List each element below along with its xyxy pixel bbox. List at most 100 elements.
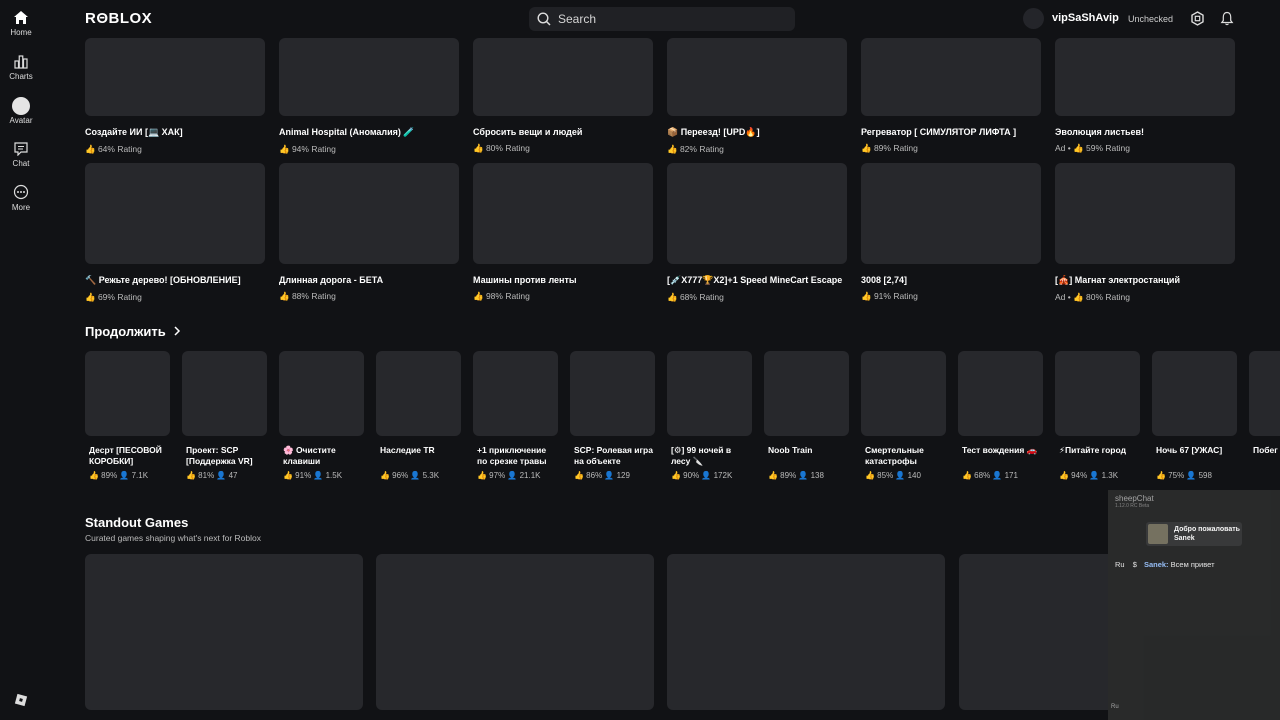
continue-card[interactable]: Тест вождения 🚗 👍 68% 👤 171: [958, 351, 1043, 480]
continue-card[interactable]: ⚡Питайте город 👍 94% 👤 1.3K: [1055, 351, 1140, 480]
continue-card[interactable]: [⚙] 99 ночей в лесу 🔪 👍 90% 👤 172K: [667, 351, 752, 480]
game-thumbnail[interactable]: [861, 38, 1041, 116]
chat-message: Ru $ Sanek: Всем привет: [1115, 560, 1215, 569]
sidebar-item-home[interactable]: Home: [0, 10, 42, 50]
game-rating: Ad • 👍 59% Rating: [1055, 143, 1130, 153]
sidebar-item-label: Charts: [9, 72, 33, 81]
game-title: 📦 Переезд! [UPD🔥]: [667, 127, 760, 137]
game-thumbnail[interactable]: [667, 351, 752, 436]
sidebar-item-chat[interactable]: Chat: [0, 141, 42, 181]
chat-language: Ru: [1111, 704, 1119, 710]
roblox-logo[interactable]: RΘBLOX: [85, 10, 152, 27]
game-thumbnail[interactable]: [570, 351, 655, 436]
game-thumbnail[interactable]: [861, 351, 946, 436]
chevron-right-icon: [174, 326, 181, 336]
game-thumbnail[interactable]: [279, 38, 459, 116]
game-rating: 👍 88% Rating: [279, 291, 336, 301]
game-stats: 👍 75% 👤 598: [1156, 471, 1212, 480]
continue-card[interactable]: Смертельные катастрофы 👍 85% 👤 140: [861, 351, 946, 480]
chat-title: sheepChat: [1115, 494, 1154, 503]
chat-welcome-banner: Добро пожаловать Sanek: [1146, 522, 1242, 546]
continue-card[interactable]: SCP: Ролевая игра на объекте 👍 86% 👤 129: [570, 351, 655, 480]
continue-card[interactable]: Noob Train 👍 89% 👤 138: [764, 351, 849, 480]
game-card[interactable]: Эволюция листьев! Ad • 👍 59% Rating: [1055, 38, 1235, 154]
game-title: Сбросить вещи и людей: [473, 127, 583, 137]
game-thumbnail[interactable]: [85, 38, 265, 116]
game-card[interactable]: [💉X777🏆X2]+1 Speed MineCart Escape 👍 68% …: [667, 163, 847, 303]
game-card[interactable]: Сбросить вещи и людей 👍 80% Rating: [473, 38, 653, 154]
game-card[interactable]: [🎪] Магнат электростанций Ad • 👍 80% Rati…: [1055, 163, 1235, 303]
roblox-logo-icon[interactable]: [14, 693, 28, 707]
game-thumbnail[interactable]: [279, 351, 364, 436]
game-title: [⚙] 99 ночей в лесу 🔪: [671, 445, 732, 466]
robux-icon[interactable]: [1190, 11, 1205, 26]
continue-card[interactable]: +1 приключение по срезке травы 👍 97% 👤 21…: [473, 351, 558, 480]
charts-icon: [14, 55, 28, 69]
game-title: Машины против ленты: [473, 275, 577, 285]
game-stats: 👍 68% 👤 171: [962, 471, 1018, 480]
sheepchat-overlay[interactable]: sheepChat 1.12.0 RC Beta Добро пожаловат…: [1108, 490, 1280, 720]
standout-game-card[interactable]: [85, 554, 363, 710]
continue-section-header[interactable]: Продолжить: [85, 324, 181, 339]
continue-card[interactable]: Побег для М: [1249, 351, 1280, 467]
game-thumbnail[interactable]: [473, 351, 558, 436]
game-thumbnail[interactable]: [1055, 163, 1235, 264]
game-thumbnail[interactable]: [376, 351, 461, 436]
continue-card[interactable]: Проект: SCP [Поддержка VR] 👍 81% 👤 47: [182, 351, 267, 480]
standout-game-card[interactable]: [376, 554, 654, 710]
sidebar-item-avatar[interactable]: Avatar: [0, 97, 42, 137]
user-avatar[interactable]: [1023, 8, 1044, 29]
game-thumbnail[interactable]: [1249, 351, 1280, 436]
game-rating: Ad • 👍 80% Rating: [1055, 292, 1130, 302]
continue-section-title: Продолжить: [85, 324, 166, 339]
game-title: [💉X777🏆X2]+1 Speed MineCart Escape: [667, 275, 843, 285]
game-thumbnail[interactable]: [667, 38, 847, 116]
search-input[interactable]: Search: [529, 7, 795, 31]
game-stats: 👍 89% 👤 138: [768, 471, 824, 480]
game-thumbnail[interactable]: [85, 163, 265, 264]
continue-card[interactable]: 🌸 Очистите клавиши 👍 91% 👤 1.5K: [279, 351, 364, 480]
game-title: Создайте ИИ [💻 ХАК]: [85, 127, 183, 137]
sidebar-item-label: More: [11, 203, 31, 212]
username[interactable]: vipSaShAvip: [1052, 12, 1119, 24]
game-stats: 👍 97% 👤 21.1K: [477, 471, 541, 480]
game-card[interactable]: Регреватор [ СИМУЛЯТОР ЛИФТА ] 👍 89% Rati…: [861, 38, 1041, 154]
game-thumbnail[interactable]: [861, 163, 1041, 264]
game-thumbnail[interactable]: [667, 163, 847, 264]
game-rating: 👍 89% Rating: [861, 143, 918, 153]
game-thumbnail[interactable]: [1055, 38, 1235, 116]
game-stats: 👍 96% 👤 5.3K: [380, 471, 440, 480]
game-thumbnail[interactable]: [958, 351, 1043, 436]
game-thumbnail[interactable]: [473, 163, 653, 264]
game-card[interactable]: Animal Hospital (Аномалия) 🧪 👍 94% Rating: [279, 38, 459, 155]
notifications-bell-icon[interactable]: [1220, 11, 1234, 26]
game-card[interactable]: Машины против ленты 👍 98% Rating: [473, 163, 653, 302]
game-card[interactable]: 📦 Переезд! [UPD🔥] 👍 82% Rating: [667, 38, 847, 155]
game-card[interactable]: Длинная дорога - БЕТА 👍 88% Rating: [279, 163, 459, 302]
game-thumbnail[interactable]: [85, 351, 170, 436]
game-rating: 👍 69% Rating: [85, 292, 142, 302]
continue-card[interactable]: Ночь 67 [УЖАС] 👍 75% 👤 598: [1152, 351, 1237, 480]
game-thumbnail[interactable]: [1152, 351, 1237, 436]
game-thumbnail[interactable]: [473, 38, 653, 116]
game-title: 🔨 Режьте дерево! [ОБНОВЛЕНИЕ]: [85, 275, 241, 285]
game-thumbnail[interactable]: [182, 351, 267, 436]
game-thumbnail[interactable]: [764, 351, 849, 436]
continue-card[interactable]: Наследие TR 👍 96% 👤 5.3K: [376, 351, 461, 480]
game-rating: 👍 94% Rating: [279, 144, 336, 154]
game-card[interactable]: 🔨 Режьте дерево! [ОБНОВЛЕНИЕ] 👍 69% Ratin…: [85, 163, 265, 303]
game-card[interactable]: 3008 [2,74] 👍 91% Rating: [861, 163, 1041, 302]
game-title: Тест вождения 🚗: [962, 445, 1038, 455]
game-title: ⚡Питайте город: [1059, 445, 1126, 455]
sidebar-item-more[interactable]: More: [0, 184, 42, 224]
game-thumbnail[interactable]: [1055, 351, 1140, 436]
chat-input-bar[interactable]: Ru: [1111, 704, 1119, 710]
standout-game-card[interactable]: [667, 554, 945, 710]
game-thumbnail[interactable]: [279, 163, 459, 264]
game-card[interactable]: Создайте ИИ [💻 ХАК] 👍 64% Rating: [85, 38, 265, 155]
sidebar-item-charts[interactable]: Charts: [0, 54, 42, 94]
game-title: Эволюция листьев!: [1055, 127, 1145, 137]
sidebar-item-label: Avatar: [9, 116, 33, 125]
continue-card[interactable]: Десрт [ПЕСОВОЙ КОРОБКИ] 👍 89% 👤 7.1K: [85, 351, 170, 480]
standout-game-card[interactable]: [959, 554, 1108, 710]
